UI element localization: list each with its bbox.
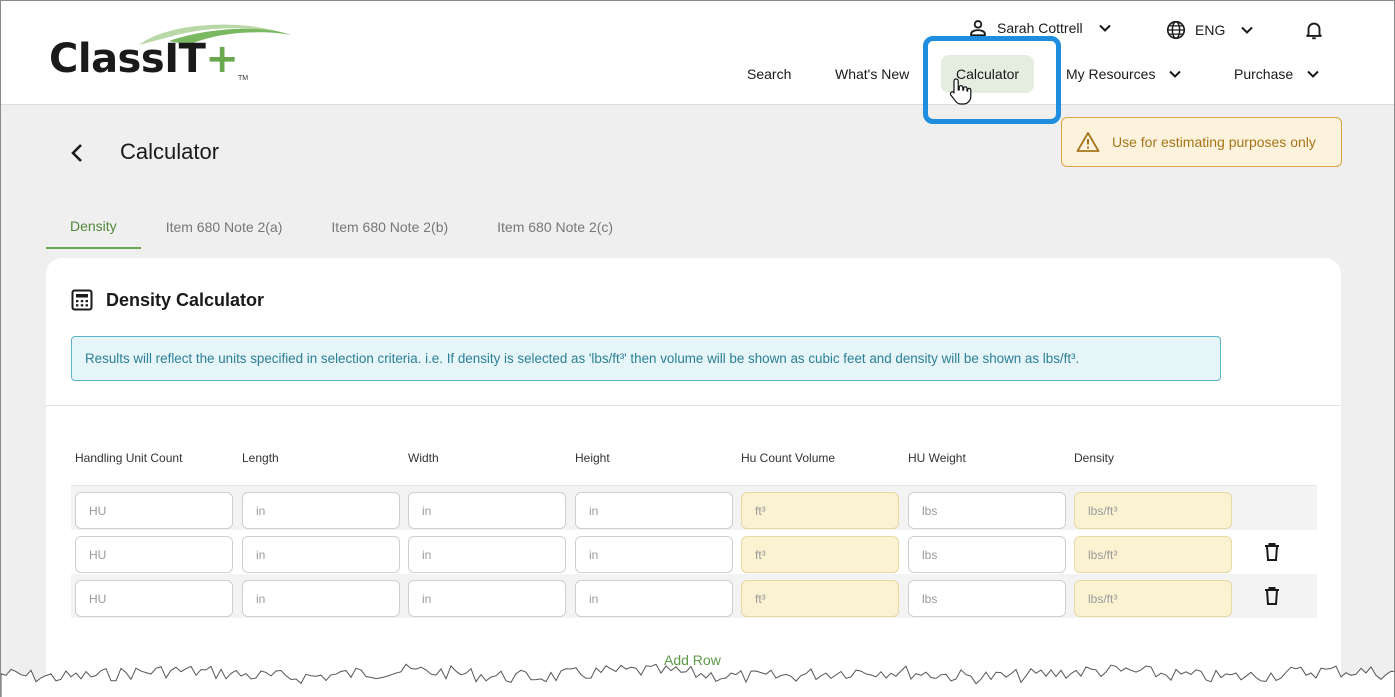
nav-search[interactable]: Search <box>747 55 791 93</box>
column-header: Density <box>1074 451 1115 465</box>
chevron-down-icon <box>1169 70 1182 78</box>
calculated-field[interactable]: ft³ <box>741 536 899 573</box>
hand-pointer-cursor-icon <box>949 78 972 105</box>
nav-my-resources[interactable]: My Resources <box>1066 55 1183 93</box>
calculated-field[interactable]: ft³ <box>741 580 899 617</box>
nav-purchase-label: Purchase <box>1234 66 1294 82</box>
input-field[interactable]: HU <box>75 492 233 529</box>
calculated-field[interactable]: lbs/ft³ <box>1074 580 1232 617</box>
input-field[interactable]: in <box>408 536 566 573</box>
input-field[interactable]: HU <box>75 580 233 617</box>
user-menu[interactable]: Sarah Cottrell <box>967 17 1113 39</box>
chevron-down-icon <box>1307 70 1319 78</box>
column-header: HU Weight <box>908 451 966 465</box>
language-menu[interactable]: ENG <box>1165 19 1255 41</box>
density-calculator-card: Density Calculator Results will reflect … <box>46 258 1341 697</box>
nav-whats-new[interactable]: What's New <box>835 55 909 93</box>
calculated-field[interactable]: lbs/ft³ <box>1074 492 1232 529</box>
delete-row-trash-icon[interactable] <box>1263 542 1281 562</box>
torn-edge-decoration <box>1 663 1394 697</box>
input-field[interactable]: lbs <box>908 580 1066 617</box>
input-field[interactable]: in <box>242 492 400 529</box>
input-field[interactable]: lbs <box>908 536 1066 573</box>
input-field[interactable]: in <box>242 536 400 573</box>
divider <box>46 405 1341 406</box>
table-row: HU in in in ft³ lbs lbs/ft³ <box>71 574 1317 618</box>
table-row: HU in in in ft³ lbs lbs/ft³ <box>71 486 1317 530</box>
card-title: Density Calculator <box>106 289 265 310</box>
back-arrow-icon[interactable] <box>69 141 87 165</box>
delete-row-trash-icon[interactable] <box>1263 586 1281 606</box>
input-field[interactable]: in <box>408 492 566 529</box>
globe-icon <box>1166 20 1186 40</box>
estimate-warning-banner: Use for estimating purposes only <box>1061 117 1342 167</box>
person-icon <box>970 20 986 37</box>
input-field[interactable]: in <box>408 580 566 617</box>
warning-triangle-icon <box>1076 132 1100 152</box>
table-row: HU in in in ft³ lbs lbs/ft³ <box>71 530 1317 574</box>
tab-item-680-note-2c[interactable]: Item 680 Note 2(c) <box>473 205 637 249</box>
chevron-down-icon <box>1098 24 1111 32</box>
column-header: Length <box>242 451 279 465</box>
tab-item-680-note-2b[interactable]: Item 680 Note 2(b) <box>307 205 472 249</box>
calculator-tabs: Density Item 680 Note 2(a) Item 680 Note… <box>46 205 637 249</box>
nav-my-resources-label: My Resources <box>1066 66 1156 82</box>
page-title: Calculator <box>120 139 220 164</box>
input-field[interactable]: in <box>575 492 733 529</box>
calculated-field[interactable]: ft³ <box>741 492 899 529</box>
column-header: Hu Count Volume <box>741 451 836 465</box>
tab-density[interactable]: Density <box>46 205 141 249</box>
calculator-icon <box>71 289 93 311</box>
notification-bell-icon[interactable] <box>1303 19 1325 41</box>
column-header: Handling Unit Count <box>75 451 183 465</box>
main-nav: Search What's New Calculator My Resource… <box>1 55 1394 93</box>
input-field[interactable]: in <box>242 580 400 617</box>
warning-text: Use for estimating purposes only <box>1112 134 1316 150</box>
input-field[interactable]: lbs <box>908 492 1066 529</box>
input-field[interactable]: in <box>575 536 733 573</box>
column-header: Width <box>408 451 439 465</box>
input-field[interactable]: in <box>575 580 733 617</box>
calculated-field[interactable]: lbs/ft³ <box>1074 536 1232 573</box>
nav-whats-new-label: What's New <box>835 66 910 82</box>
column-header: Height <box>575 451 610 465</box>
input-field[interactable]: HU <box>75 536 233 573</box>
top-header: ClassIT+ TM Sarah Cottrell ENG Search Wh… <box>1 1 1394 105</box>
nav-purchase[interactable]: Purchase <box>1234 55 1321 93</box>
tab-item-680-note-2a[interactable]: Item 680 Note 2(a) <box>142 205 307 249</box>
nav-search-label: Search <box>747 66 792 82</box>
table-header: Handling Unit Count Length Width Height … <box>75 451 1275 467</box>
user-name: Sarah Cottrell <box>997 20 1083 36</box>
language-code: ENG <box>1195 22 1226 38</box>
card-header: Density Calculator <box>70 288 264 312</box>
info-text: Results will reflect the units specified… <box>85 351 1080 366</box>
chevron-down-icon <box>1241 26 1254 34</box>
units-info-banner: Results will reflect the units specified… <box>71 336 1221 381</box>
app-window: ClassIT+ TM Sarah Cottrell ENG Search Wh… <box>0 0 1395 697</box>
